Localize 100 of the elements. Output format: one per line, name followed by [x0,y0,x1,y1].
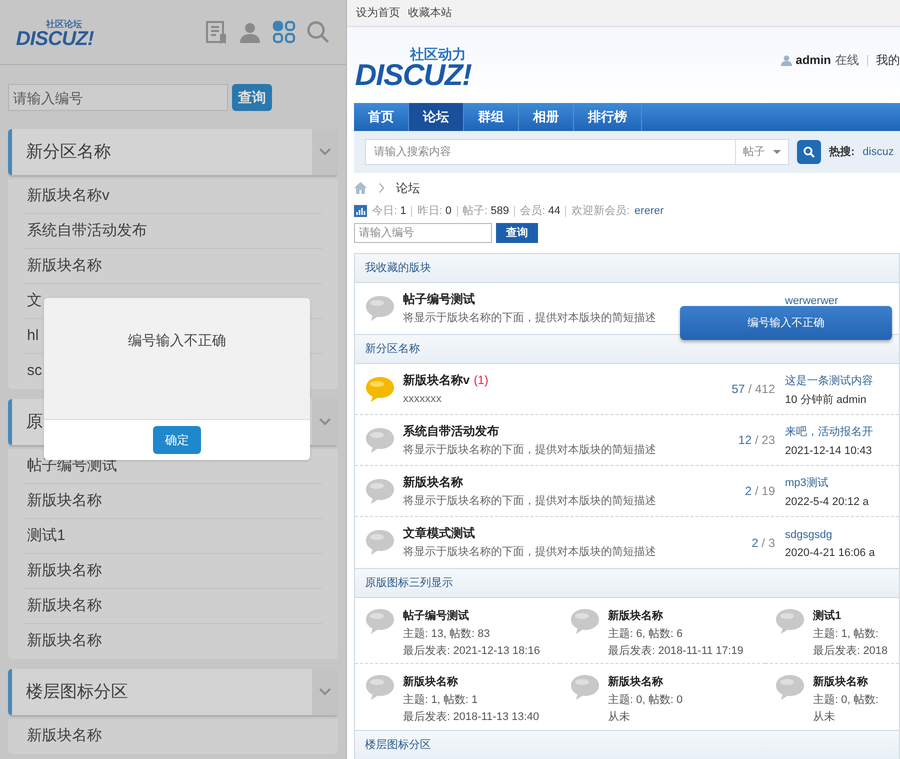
grid-icon[interactable] [272,20,296,44]
forum-list-item[interactable]: 新版块名称v [24,179,322,214]
forum-stat: 帖子: 589 [462,204,509,219]
query-button[interactable]: 查询 [232,84,272,111]
forum-last-post: 最后发表: 2018 [813,644,888,659]
category-header[interactable]: 我收藏的版块 [355,254,899,283]
forum-name[interactable]: 新版块名称 [403,472,463,491]
category-header[interactable]: 楼层图标分区 [355,731,899,759]
forum-name[interactable]: 新版块名称 [813,674,878,690]
forum-name[interactable]: 帖子编号测试 [403,608,540,624]
last-post-link[interactable]: mp3测试 [785,475,875,492]
forum-name[interactable]: 系统自带活动发布 [403,422,499,440]
search-scope-select[interactable]: 帖子 [735,140,788,164]
nav-tab[interactable]: 论坛 [409,103,464,131]
forum-counts: 主题: 1, 帖数: 1 [403,692,479,708]
forum-list-item[interactable]: 测试1 [24,519,322,554]
category-header[interactable]: 新分区名称 [355,335,899,364]
category-title: 楼层图标分区 [365,738,431,753]
chevron-down-icon[interactable] [319,148,331,156]
last-post-time: 10 分钟前 admin [785,392,868,408]
forum-stat: 会员: 44 [520,204,560,219]
breadcrumb-chevron-icon [379,183,384,193]
forum-last-post: 最后发表: 2018-11-13 13:40 [403,710,540,725]
forum-counts: 主题: 0, 帖数: [813,692,878,708]
category-title: 新分区名称 [365,342,420,357]
hot-search-link[interactable]: discuz [862,144,894,160]
forum-list-item[interactable]: 系统自带活动发布 [24,214,322,249]
top-link[interactable]: 设为首页 [356,4,400,22]
welcome-label: 欢迎新会员: [571,204,630,219]
forum-list-item[interactable]: 新版块名称 [24,554,322,589]
last-post-time: 2022-5-4 20:12 a [785,494,870,510]
discuz-logo[interactable]: 社区动力 DISCUZ! [355,47,472,91]
topic-post-count: 57 / 412 [732,382,775,396]
forum-description: 将显示于版块名称的下面，提供对本版块的简短描述 [403,311,657,326]
online-status: 在线 [835,52,859,69]
forum-name[interactable]: 新版块名称 [608,674,683,690]
topic-post-count: 2 / 3 [752,536,775,550]
last-post-link[interactable]: sdgsgsdg [785,526,875,543]
forum-counts: 主题: 1, 帖数: [813,626,880,642]
number-input-field[interactable]: 请输入编号 [354,223,492,243]
user-icon[interactable] [238,20,262,44]
speech-bubble-icon [775,674,805,701]
section-title: 原 [25,411,44,434]
forum-name[interactable]: 文章模式测试 [403,524,475,542]
number-input-field[interactable]: 请输入编号 [8,84,228,111]
speech-bubble-icon [570,608,600,635]
bar-chart-icon [354,205,367,217]
last-post-link[interactable]: werwerwer [785,292,875,309]
topic-post-count: 12 / 23 [738,433,775,447]
section-header[interactable]: 楼层图标分区 [8,669,338,715]
forum-name[interactable]: 测试1 [813,608,888,624]
discuz-logo[interactable]: 社区论坛 DISCUZ! [16,20,94,48]
forum-name[interactable]: 帖子编号测试 [403,290,475,308]
section-title: 楼层图标分区 [25,681,129,704]
document-icon[interactable] [204,20,228,44]
my-link[interactable]: 我的 [876,51,900,69]
section-title: 新分区名称 [25,141,112,164]
topic-post-count: 2 / 19 [744,484,775,498]
confirm-button[interactable]: 确定 [153,426,201,454]
user-icon [780,54,792,66]
category-header[interactable]: 原版图标三列显示 [355,569,899,598]
query-button[interactable]: 查询 [496,223,538,243]
speech-bubble-icon [775,608,805,635]
forum-stat: 昨日: 0 [417,204,452,219]
logo-wordmark: DISCUZ! [355,61,472,91]
logo-tagline: 社区动力 [408,47,467,61]
forum-description: 将显示于版块名称的下面，提供对本版块的简短描述 [403,545,657,560]
new-member-link[interactable]: ererer [634,202,664,220]
logo-wordmark: DISCUZ! [16,28,94,48]
category-title: 我收藏的版块 [365,260,431,276]
forum-name[interactable]: 新版块名称 [403,674,540,690]
hot-search-label: 热搜: [829,144,855,160]
forum-description: xxxxxxx [403,392,442,407]
top-link[interactable]: 收藏本站 [408,4,452,22]
forum-name[interactable]: 新版块名称v [403,370,470,389]
forum-last-post: 最后发表: 2021-12-13 18:16 [403,644,540,659]
chevron-down-icon[interactable] [319,418,331,426]
forum-last-post: 最后发表: 2018-11-11 17:19 [608,644,744,659]
forum-list-item[interactable]: 新版块名称 [24,249,322,284]
home-icon[interactable] [354,182,367,194]
category-title: 原版图标三列显示 [365,576,453,591]
forum-list-item[interactable]: 新版块名称 [24,484,322,519]
last-post-link[interactable]: 来吧，活动报名开 [785,424,875,440]
search-button[interactable] [797,140,821,164]
breadcrumb-link[interactable]: 论坛 [396,179,420,197]
search-icon[interactable] [306,20,330,44]
username-link[interactable]: admin [796,51,831,69]
forum-stat: 今日: 1 [372,204,406,219]
section-header[interactable]: 新分区名称 [8,129,338,175]
forum-last-post: 从未 [608,710,631,725]
search-field[interactable]: 请输入搜索内容 帖子 [365,139,789,165]
logo-tagline: 社区论坛 [44,20,83,28]
chevron-down-icon[interactable] [319,688,331,696]
toast-text: 编号输入不正确 [748,316,824,331]
dialog-message: 编号输入不正确 [128,331,226,350]
forum-name[interactable]: 新版块名称 [608,608,744,624]
forum-list-item[interactable]: 新版块名称 [24,624,322,659]
last-post-link[interactable]: 这是一条测试内容 [785,373,875,390]
forum-list-item[interactable]: 新版块名称 [24,589,322,624]
speech-bubble-icon [365,674,395,701]
